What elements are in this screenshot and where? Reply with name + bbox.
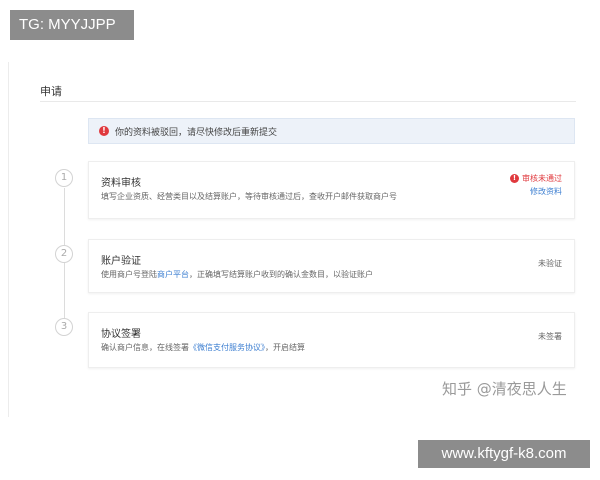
step-description: 确认商户信息，在线签署《微信支付服务协议》，开启结算: [101, 342, 305, 353]
title-divider: [40, 101, 576, 102]
step-card-data-review: 资料审核 填写企业资质、经营类目以及结算账户，等待审核通过后，查收开户邮件获取商…: [88, 161, 575, 219]
exclamation-icon: !: [99, 126, 109, 136]
desc-prefix: 确认商户信息，在线签署: [101, 343, 189, 352]
step-title: 资料审核: [101, 178, 141, 189]
step-title: 协议签署: [101, 329, 141, 340]
service-agreement-link[interactable]: 《微信支付服务协议》: [189, 343, 265, 352]
desc-suffix: ，正确填写结算账户收到的确认金数目，以验证账户: [189, 270, 373, 279]
left-border-line: [8, 62, 9, 417]
exclamation-icon: !: [510, 174, 519, 183]
url-overlay-label: www.kftygf-k8.com: [418, 440, 590, 468]
step-number-2: 2: [55, 245, 73, 263]
step-title: 账户验证: [101, 256, 141, 267]
edit-info-link[interactable]: 修改资料: [530, 186, 562, 197]
signing-status: 未签署: [538, 332, 562, 341]
review-failed-status: ! 审核未通过: [510, 173, 562, 184]
desc-suffix: ，开启结算: [265, 343, 305, 352]
step-description: 填写企业资质、经营类目以及结算账户，等待审核通过后，查收开户邮件获取商户号: [101, 192, 397, 201]
verification-status: 未验证: [538, 259, 562, 268]
alert-text: 你的资料被驳回，请尽快修改后重新提交: [115, 127, 278, 138]
status-text: 审核未通过: [522, 174, 562, 183]
page-title: 申请: [40, 85, 62, 98]
tg-overlay-label: TG: MYYJJPP: [10, 10, 134, 40]
rejection-alert: ! 你的资料被驳回，请尽快修改后重新提交: [88, 118, 575, 144]
zhihu-watermark: 知乎 @清夜思人生: [442, 380, 567, 398]
step-card-account-verification: 账户验证 使用商户号登陆商户平台，正确填写结算账户收到的确认金数目，以验证账户 …: [88, 239, 575, 293]
step-card-agreement-signing: 协议签署 确认商户信息，在线签署《微信支付服务协议》，开启结算 未签署: [88, 312, 575, 368]
merchant-platform-link[interactable]: 商户平台: [157, 270, 189, 279]
step-number-3: 3: [55, 318, 73, 336]
step-description: 使用商户号登陆商户平台，正确填写结算账户收到的确认金数目，以验证账户: [101, 269, 373, 280]
desc-prefix: 使用商户号登陆: [101, 270, 157, 279]
step-number-1: 1: [55, 169, 73, 187]
